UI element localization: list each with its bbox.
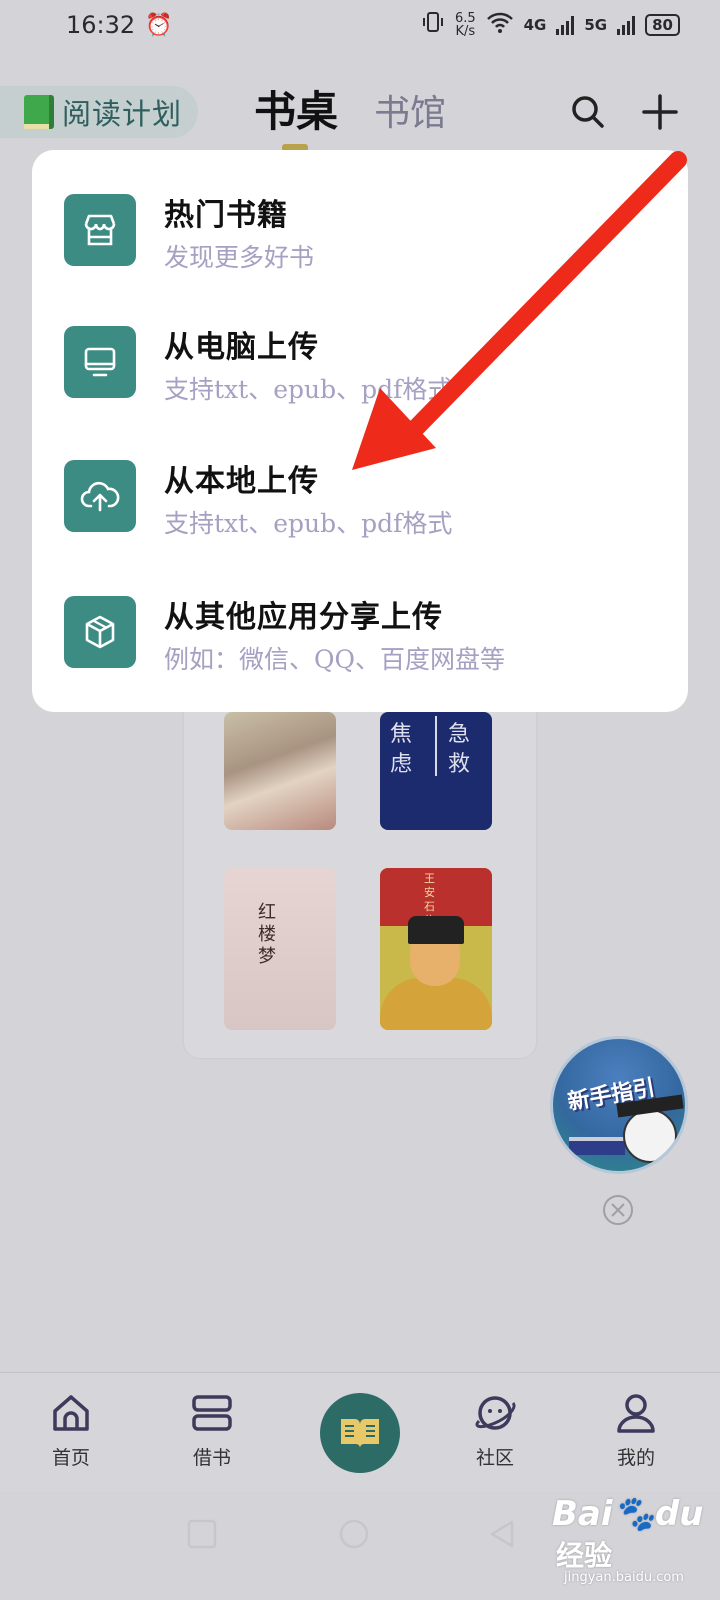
book-cover[interactable]: 王安石传 [380,868,492,1030]
home-circle-icon[interactable] [338,1518,370,1554]
tab-library[interactable]: 书馆 [374,84,446,136]
watermark-text: 经验 [556,1539,613,1572]
search-icon[interactable] [568,92,608,132]
vibrate-icon [421,10,445,40]
cloud-upload-icon [64,460,136,532]
battery-indicator: 80 [645,14,680,36]
status-right: 6.5 K/s 4G 5G 80 [421,10,680,40]
green-book-icon [24,95,54,129]
back-icon[interactable] [486,1518,518,1554]
beginner-guide-bubble[interactable]: 新手指引 [550,1036,688,1174]
home-icon [53,1395,89,1431]
signal-bars-icon [556,15,575,35]
nav-borrow[interactable]: 借书 [172,1391,252,1470]
signal-1-label: 4G [523,16,547,34]
tab-desk[interactable]: 书桌 [254,78,338,139]
menu-item-subtitle: 支持txt、epub、pdf格式 [164,375,453,404]
watermark-logo-a: Bai [552,1494,613,1534]
add-book-menu: 热门书籍 发现更多好书 从电脑上传 支持txt、epub、pdf格式 从本地上传… [32,150,688,712]
nav-mine-label: 我的 [616,1447,655,1469]
menu-item-title: 热门书籍 [164,198,288,233]
menu-item-title: 从本地上传 [164,464,319,499]
status-time: 16:32 [66,11,136,39]
bottom-nav: 首页 借书 社区 我的 [0,1372,720,1492]
add-icon[interactable] [640,92,680,132]
nav-community[interactable]: 社区 [455,1391,535,1470]
signal-bars-icon [617,15,636,35]
user-icon [617,1394,655,1433]
reading-plan-label: 阅读计划 [62,97,183,131]
mascot-illustration [623,1109,677,1163]
portrait-hat [408,916,464,944]
watermark-logo-b: du [654,1494,704,1534]
book-cover[interactable] [224,712,336,830]
menu-item-share-from-other-apps[interactable]: 从其他应用分享上传 例如：微信、QQ、百度网盘等 [32,552,688,684]
menu-item-upload-from-computer[interactable]: 从电脑上传 支持txt、epub、pdf格式 [32,282,688,414]
net-speed-unit: K/s [455,24,476,39]
paw-icon: 🐾 [612,1494,655,1534]
store-icon [64,194,136,266]
nav-bookshelf-center-button[interactable] [320,1393,400,1473]
cover-divider [435,716,437,776]
book-cover[interactable]: 焦虑 急救 [380,712,492,830]
menu-item-title: 从电脑上传 [164,330,319,365]
close-icon[interactable] [602,1194,634,1226]
baidu-jingyan-watermark: Bai🐾du 经验 jingyan.baidu.com [552,1494,720,1585]
cover-title-left: 焦虑 [390,722,413,777]
menu-item-subtitle: 支持txt、epub、pdf格式 [164,509,453,538]
monitor-icon [64,326,136,398]
borrow-icon [192,1395,232,1431]
open-book-icon [341,1419,379,1448]
nav-home[interactable]: 首页 [31,1391,111,1470]
signal-2-label: 5G [584,16,608,34]
menu-item-title: 从其他应用分享上传 [164,600,443,635]
alarm-icon: ⏰ [145,12,173,38]
nav-borrow-label: 借书 [192,1447,231,1469]
menu-item-subtitle: 例如：微信、QQ、百度网盘等 [164,645,505,674]
planet-icon [475,1396,516,1430]
nav-home-label: 首页 [51,1447,90,1469]
recents-icon[interactable] [186,1518,218,1554]
reading-plan-button[interactable]: 阅读计划 [0,86,198,138]
wifi-icon [486,10,514,40]
net-speed: 6.5 K/s [455,12,476,38]
menu-item-subtitle: 发现更多好书 [164,243,315,272]
watermark-url: jingyan.baidu.com [564,1570,684,1585]
cover-title-right: 急救 [448,722,471,777]
cube-icon [64,596,136,668]
menu-item-popular-books[interactable]: 热门书籍 发现更多好书 [32,150,688,282]
menu-item-upload-from-local[interactable]: 从本地上传 支持txt、epub、pdf格式 [32,416,688,548]
nav-community-label: 社区 [475,1447,514,1469]
status-bar: 16:32 ⏰ 6.5 K/s 4G 5G 80 [0,0,720,50]
nav-mine[interactable]: 我的 [596,1391,676,1470]
books-illustration [569,1137,625,1155]
cover-title: 红楼梦 [258,902,276,967]
book-cover[interactable]: 红楼梦 [224,868,336,1030]
